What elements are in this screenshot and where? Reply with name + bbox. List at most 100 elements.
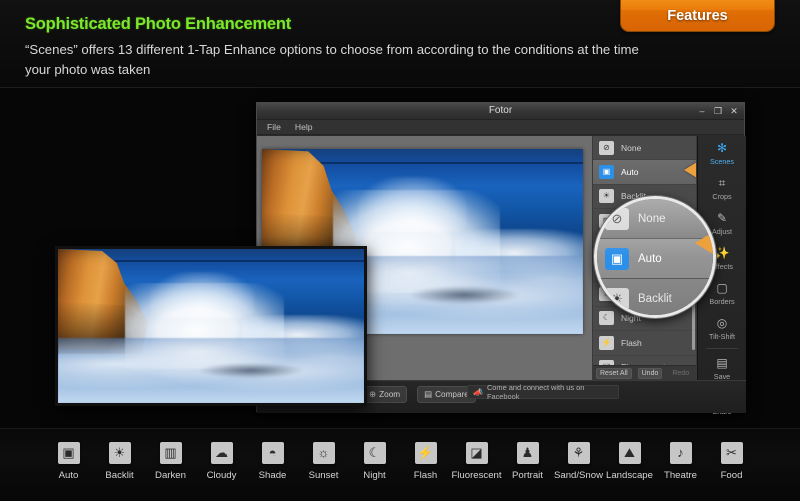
flash-icon: ⚡: [599, 335, 614, 350]
window-title-bar: Fotor – ❐ ✕: [257, 103, 744, 120]
features-button[interactable]: Features: [620, 0, 775, 32]
moon-icon: ☾: [363, 442, 386, 464]
scene-icon-label: Darken: [155, 470, 186, 481]
fluorescent-icon: ◪: [465, 442, 488, 464]
crop-icon: ⌗: [718, 176, 726, 190]
scene-icon-label: Night: [363, 470, 386, 481]
scene-icon-food[interactable]: ✂ Food: [706, 442, 757, 481]
scene-icon-flash[interactable]: ⚡ Flash: [400, 442, 451, 481]
menu-bar: File Help: [257, 120, 744, 135]
maximize-icon[interactable]: ❐: [712, 106, 724, 117]
sunset-icon: ☼: [312, 442, 335, 464]
scene-icon-night[interactable]: ☾ Night: [349, 442, 400, 481]
window-controls: – ❐ ✕: [696, 106, 740, 117]
slide-root: Sophisticated Photo Enhancement “Scenes”…: [0, 0, 800, 501]
scenes-icon: ✻: [716, 141, 728, 155]
page-subtitle: “Scenes” offers 13 different 1-Tap Enhan…: [25, 42, 639, 77]
scene-icon-theatre[interactable]: ♪ Theatre: [655, 442, 706, 481]
features-button-label: Features: [667, 8, 728, 24]
magnified-scene-label: Auto: [638, 252, 662, 265]
scenes-action-strip: Reset All Undo Redo: [593, 365, 696, 380]
magnified-scene-item-backlit[interactable]: ☀ Backlit: [597, 279, 713, 315]
scene-icon-label: Backlit: [105, 470, 134, 481]
scene-icon-list: ▣ Auto ☀ Backlit ▥ Darken ☁ Cloudy ◓ Shade ☼ Sunset…: [43, 442, 757, 481]
redo-button: Redo: [672, 369, 690, 377]
scene-icon-bar: ▣ Auto ☀ Backlit ▥ Darken ☁ Cloudy ◓ Shade ☼ Sunset…: [0, 428, 800, 501]
scene-item-flash[interactable]: ⚡ Flash: [593, 331, 696, 356]
undo-button[interactable]: Undo: [637, 367, 663, 379]
scene-icon-darken[interactable]: ▥ Darken: [145, 442, 196, 481]
borders-icon: ▢: [716, 281, 728, 295]
landscape-icon: ⛰: [618, 442, 641, 464]
magnified-scene-label: Backlit: [638, 292, 672, 305]
scene-icon-label: Food: [720, 470, 743, 481]
scene-icon-cloudy[interactable]: ☁ Cloudy: [196, 442, 247, 481]
scene-item-label: None: [621, 142, 642, 153]
save-icon: ▤: [716, 356, 728, 370]
scene-icon-label: Cloudy: [206, 470, 237, 481]
rail-item-label: Scenes: [710, 157, 734, 166]
darken-icon: ▥: [159, 442, 182, 464]
adjust-icon: ✎: [716, 211, 728, 225]
reset-all-button[interactable]: Reset All: [596, 367, 632, 379]
scene-icon-label: Sand/Snow: [553, 470, 604, 481]
magnified-scene-icon: ⊘: [605, 207, 629, 230]
rail-item-label: Adjust: [712, 227, 732, 236]
magnified-scene-icon: ☀: [605, 287, 629, 310]
minimize-icon[interactable]: –: [696, 106, 708, 117]
rail-divider: [706, 348, 738, 349]
cloud-icon: ☁: [210, 442, 233, 464]
scene-icon-label: Sunset: [308, 470, 339, 481]
scene-icon-label: Fluorescent: [451, 470, 502, 481]
window-title: Fotor: [488, 105, 513, 116]
floating-photo-preview[interactable]: [55, 246, 367, 406]
scene-icon-fluorescent[interactable]: ◪ Fluorescent: [451, 442, 502, 481]
no-scene-icon: ⊘: [599, 140, 614, 155]
scene-icon-label: Flash: [413, 470, 438, 481]
page-title: Sophisticated Photo Enhancement: [25, 15, 292, 33]
scene-icon-label: Shade: [258, 470, 287, 481]
magnified-scene-label: None: [638, 212, 666, 225]
scene-icon-sunset[interactable]: ☼ Sunset: [298, 442, 349, 481]
scene-icon-label: Theatre: [663, 470, 698, 481]
menu-item-help[interactable]: Help: [295, 122, 313, 132]
palm-tree-icon: ⚘: [567, 442, 590, 464]
scene-icon-label: Portrait: [512, 470, 543, 481]
scene-icon-landscape[interactable]: ⛰ Landscape: [604, 442, 655, 481]
rail-item-tilt-shift[interactable]: ◎ Tilt-Shift: [698, 311, 746, 346]
tiltshift-icon: ◎: [716, 316, 728, 330]
scene-item-auto[interactable]: ▣ Auto: [593, 160, 696, 185]
scene-icon-label: Auto: [58, 470, 79, 481]
rail-item-label: Borders: [709, 297, 735, 306]
scene-icon-auto[interactable]: ▣ Auto: [43, 442, 94, 481]
portrait-icon: ♟: [516, 442, 539, 464]
scene-icon-label: Landscape: [606, 470, 653, 481]
scene-item-label: Flash: [621, 337, 642, 348]
ocean-wave-image-preview: [58, 249, 364, 403]
scene-icon-backlit[interactable]: ☀ Backlit: [94, 442, 145, 481]
camera-icon: ▣: [57, 442, 80, 464]
selection-pointer-icon: [684, 162, 696, 178]
cutlery-icon: ✂: [720, 442, 743, 464]
guitar-icon: ♪: [669, 442, 692, 464]
rail-item-label: Crops: [712, 192, 732, 201]
rail-item-scenes[interactable]: ✻ Scenes: [698, 136, 746, 171]
shade-icon: ◓: [261, 442, 284, 464]
close-icon[interactable]: ✕: [728, 106, 740, 117]
effects-icon: ✨: [714, 246, 730, 260]
scene-item-none[interactable]: ⊘ None: [593, 136, 696, 161]
rail-item-label: Tilt-Shift: [708, 332, 736, 341]
scene-item-label: Auto: [621, 167, 639, 178]
magnified-scenes-list: ⊘None▣Auto☀Backlit▥Darken: [597, 199, 713, 315]
scene-icon-sand-snow[interactable]: ⚘ Sand/Snow: [553, 442, 604, 481]
header-banner: Sophisticated Photo Enhancement “Scenes”…: [0, 0, 800, 88]
backlit-icon: ☀: [108, 442, 131, 464]
scene-icon-portrait[interactable]: ♟ Portrait: [502, 442, 553, 481]
scene-icon-shade[interactable]: ◓ Shade: [247, 442, 298, 481]
menu-item-file[interactable]: File: [267, 122, 281, 132]
magnifier-lens: ⊘None▣Auto☀Backlit▥Darken: [594, 196, 716, 318]
magnified-scene-icon: ▣: [605, 247, 629, 270]
screenshot-stage: Fotor – ❐ ✕ File Help ⊘ None ▣ Auto ☀ Ba…: [0, 88, 800, 428]
magnified-selection-pointer-icon: [695, 232, 713, 254]
flash-icon: ⚡: [414, 442, 437, 464]
